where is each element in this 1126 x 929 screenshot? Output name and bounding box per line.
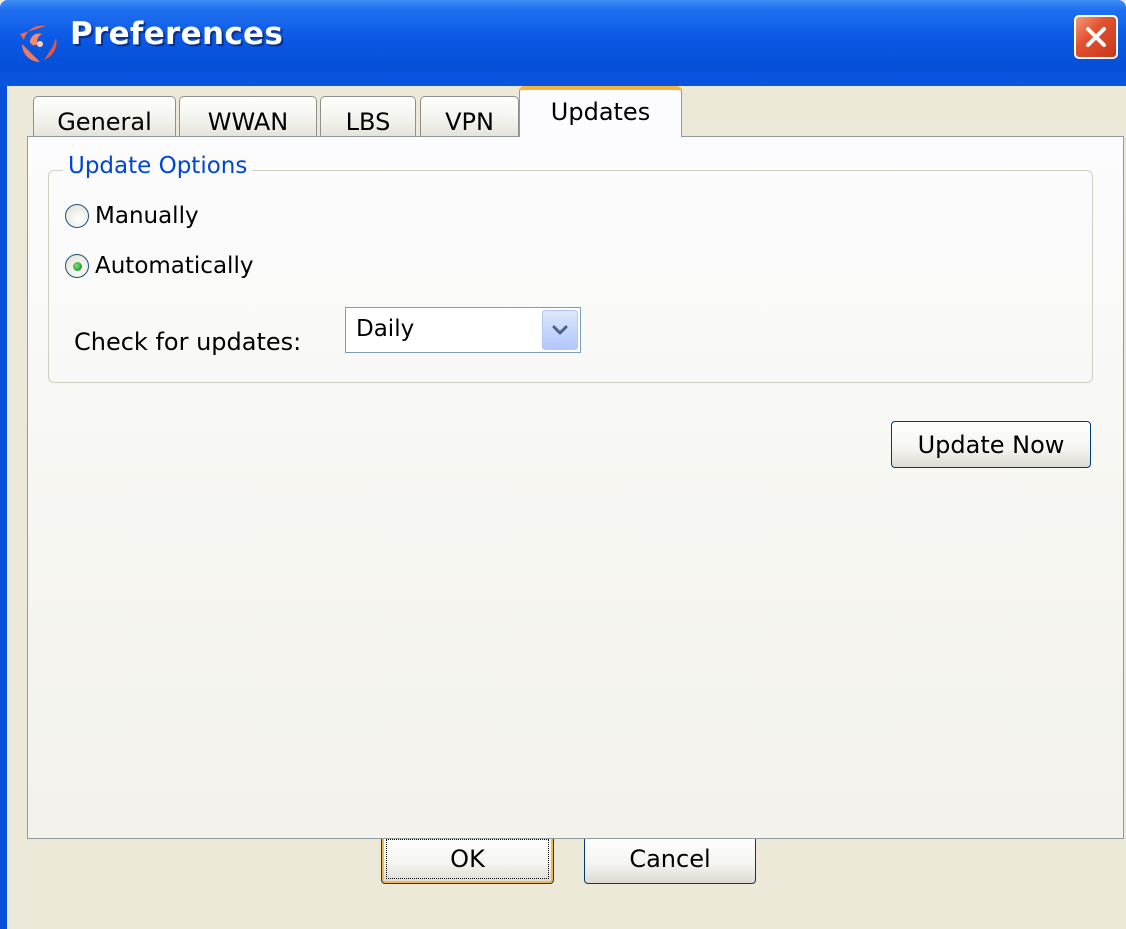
manual-option[interactable]: Manually bbox=[65, 203, 199, 229]
manual-radio[interactable] bbox=[65, 204, 89, 228]
dialog-body: General WWAN LBS VPN Updates Update Opti… bbox=[7, 86, 1126, 929]
dropdown-button[interactable] bbox=[542, 310, 578, 350]
tab-label: VPN bbox=[445, 107, 494, 136]
tab-label: Updates bbox=[550, 97, 651, 126]
ok-button[interactable]: OK bbox=[381, 834, 554, 884]
tab-label: WWAN bbox=[207, 107, 289, 136]
update-now-button[interactable]: Update Now bbox=[891, 421, 1091, 468]
update-frequency-select[interactable]: Daily bbox=[345, 307, 581, 353]
check-for-updates-label: Check for updates: bbox=[74, 328, 302, 356]
close-icon bbox=[1086, 27, 1106, 47]
group-title: Update Options bbox=[63, 153, 253, 179]
automatic-option[interactable]: Automatically bbox=[65, 253, 253, 279]
automatic-label: Automatically bbox=[95, 253, 254, 279]
update-options-group: Update Options Manually Automatically Ch… bbox=[48, 153, 1093, 383]
manual-label: Manually bbox=[95, 203, 199, 229]
title-bar[interactable]: Preferences bbox=[0, 0, 1126, 86]
window-title: Preferences bbox=[70, 16, 284, 52]
preferences-window: Preferences General WWAN LBS VPN Updates… bbox=[0, 0, 1126, 929]
tab-wwan[interactable]: WWAN bbox=[179, 96, 317, 138]
cancel-button[interactable]: Cancel bbox=[584, 834, 756, 884]
updates-panel: Update Options Manually Automatically Ch… bbox=[27, 136, 1124, 839]
tab-label: LBS bbox=[345, 107, 391, 136]
tab-vpn[interactable]: VPN bbox=[420, 96, 519, 138]
tab-lbs[interactable]: LBS bbox=[320, 96, 416, 138]
radio-selected-dot bbox=[72, 261, 82, 271]
close-button[interactable] bbox=[1074, 15, 1118, 59]
app-logo-icon bbox=[20, 25, 57, 62]
ok-label: OK bbox=[450, 845, 485, 873]
automatic-radio[interactable] bbox=[65, 254, 89, 278]
tab-updates[interactable]: Updates bbox=[519, 86, 682, 137]
chevron-down-icon bbox=[552, 325, 568, 335]
tab-label: General bbox=[57, 107, 152, 136]
cancel-label: Cancel bbox=[629, 845, 711, 873]
select-value: Daily bbox=[356, 316, 415, 342]
tab-general[interactable]: General bbox=[33, 96, 176, 138]
update-now-label: Update Now bbox=[917, 430, 1065, 459]
